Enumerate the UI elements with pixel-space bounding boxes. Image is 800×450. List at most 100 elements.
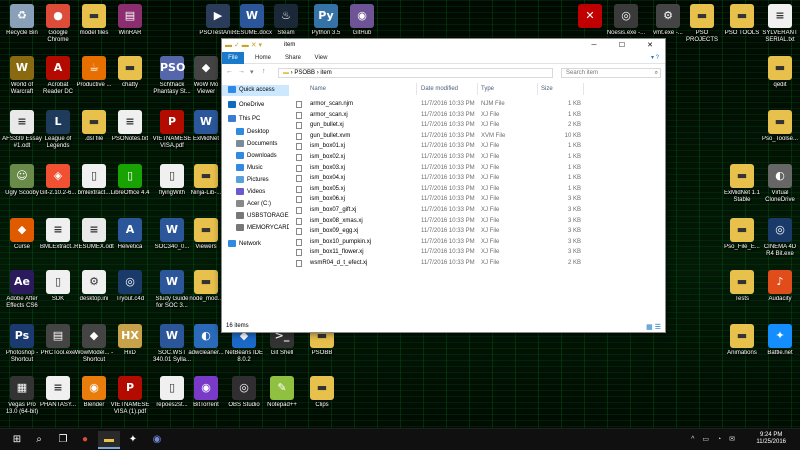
desktop-icon-item[interactable]: ◆ Curse xyxy=(2,218,42,251)
desktop-icon-item[interactable]: ▬ Pso_File_E... xyxy=(722,218,762,251)
address-bar[interactable]: ▬ › PSOBB › item xyxy=(278,68,553,78)
desktop-icon-item[interactable]: A Acrobat Reader DC xyxy=(38,56,78,96)
table-row[interactable]: wsmR04_d_t_efect.xj 11/7/2016 10:33 PM XJ … xyxy=(290,258,630,269)
table-row[interactable]: ism_box04.xj 11/7/2016 10:33 PM XJ File 1 K… xyxy=(290,173,630,184)
desktop-icon-item[interactable]: W World of Warcraft xyxy=(2,56,42,96)
desktop-icon-item[interactable]: ▬ ExMidNet 1.1 Stable xyxy=(722,164,762,204)
table-row[interactable]: ism_box11_flower.xj 11/7/2016 10:33 PM XJ … xyxy=(290,247,630,258)
desktop-icon-item[interactable]: A Helvetica xyxy=(110,218,150,251)
tab-home[interactable]: Home xyxy=(252,52,274,64)
desktop-icon-item[interactable]: ▬ qedit xyxy=(760,56,800,89)
desktop-icon-item[interactable]: ◆ WowModel... - Shortcut xyxy=(74,324,114,364)
table-row[interactable]: ism_box10_pumpkin.xj 11/7/2016 10:33 PM XJ… xyxy=(290,237,630,248)
table-row[interactable]: armor_scan.njm 11/7/2016 10:33 PM NJM File… xyxy=(290,99,630,110)
nav-item[interactable]: Documents xyxy=(222,139,289,150)
desktop-icon-item[interactable]: L League of Legends xyxy=(38,110,78,150)
close-button[interactable]: ✕ xyxy=(636,39,664,52)
table-row[interactable]: ism_box08_xmas.xj 11/7/2016 10:33 PM XJ Fi… xyxy=(290,216,630,227)
view-toggle-icons[interactable]: ▦ ☰ xyxy=(646,322,661,334)
desktop-icon-item[interactable]: ▬ chatty xyxy=(110,56,150,89)
desktop-icon-item[interactable]: P VIETNAMESE VISA (1).pdf xyxy=(110,376,150,416)
desktop-icon-item[interactable]: ▯ LibreOffice 4.4 xyxy=(110,164,150,197)
nav-item[interactable]: Desktop xyxy=(222,127,289,138)
desktop-icon-item[interactable]: ▬ Tests xyxy=(722,270,762,303)
up-arrow-icon[interactable]: ↑ xyxy=(262,68,266,75)
table-row[interactable]: gun_bullet.xvm 11/7/2016 10:33 PM XVM File… xyxy=(290,131,630,142)
desktop-icon-item[interactable]: ≡ PHANTASY... xyxy=(38,376,78,409)
breadcrumb-psobb[interactable]: PSOBB xyxy=(294,70,315,76)
column-header-type[interactable]: Type xyxy=(478,83,538,95)
forward-arrow-icon[interactable]: → xyxy=(238,68,245,75)
desktop-icon-item[interactable]: ≡ BMLExtract... xyxy=(38,218,78,251)
table-row[interactable]: gun_bullet.xj 11/7/2016 10:33 PM XJ File 2 … xyxy=(290,120,630,131)
tab-share[interactable]: Share xyxy=(282,52,304,64)
table-row[interactable]: ism_box09_egg.xj 11/7/2016 10:33 PM XJ Fil… xyxy=(290,226,630,237)
desktop-icon-item[interactable]: ◉ BitTorrent xyxy=(186,376,226,409)
clock[interactable]: 9:24 PM 11/25/2016 xyxy=(756,432,786,446)
nav-item[interactable]: Network xyxy=(222,239,289,250)
desktop-icon-item[interactable]: ♪ Audacity xyxy=(760,270,800,303)
system-tray-icons[interactable]: ^ ▭ ◔ ✉ xyxy=(691,435,738,443)
desktop-icon-item[interactable]: ▯ SDK xyxy=(38,270,78,303)
chrome-taskbar-button[interactable]: ● xyxy=(74,431,96,449)
nav-item[interactable]: Music xyxy=(222,163,289,174)
desktop-icon-item[interactable]: ▬ Clips xyxy=(302,376,342,409)
title-bar[interactable]: ▬ ✓ ▬ ✕ ▾ item ─ ☐ ✕ xyxy=(222,39,665,52)
desktop-icon-item[interactable]: ◎ Noesis.exe -... xyxy=(606,4,646,37)
desktop-icon-item[interactable]: ♨ Steam xyxy=(266,4,306,37)
nav-item[interactable]: OneDrive xyxy=(222,100,289,111)
desktop-icon-item[interactable]: ◐ adwcleaner... xyxy=(186,324,226,357)
table-row[interactable]: ism_box07_gift.xj 11/7/2016 10:33 PM XJ Fi… xyxy=(290,205,630,216)
nav-item[interactable]: This PC xyxy=(222,114,289,125)
desktop-icon-item[interactable]: ◈ Git-2.10.2-6... xyxy=(38,164,78,197)
quick-access-toolbar-icon[interactable]: ▬ ✓ ▬ ✕ ▾ xyxy=(225,41,262,49)
desktop-icon-item[interactable]: ▬ PSO TOOLS xyxy=(722,4,762,37)
desktop-icon-item[interactable]: ♻ Recycle Bin xyxy=(2,4,42,37)
desktop-icon-item[interactable]: ≡ RESUMEX.odt xyxy=(74,218,114,251)
table-row[interactable]: ism_box02.xj 11/7/2016 10:33 PM XJ File 1 K… xyxy=(290,152,630,163)
column-header-date-modified[interactable]: Date modified xyxy=(418,83,478,95)
desktop-icon-item[interactable]: ▬ Viewers xyxy=(186,218,226,251)
desktop-icon-item[interactable]: ▯ bmlextract... xyxy=(74,164,114,197)
nav-item[interactable]: MEMORYCARD xyxy=(222,223,289,234)
tab-view[interactable]: View xyxy=(310,52,332,64)
desktop-icon-item[interactable]: Ps Photoshop - Shortcut xyxy=(2,324,42,364)
desktop-icon-item[interactable]: HX HxD xyxy=(110,324,150,357)
tab-file[interactable]: File xyxy=(222,52,244,64)
desktop-icon-item[interactable]: ☺ Ugly Scooby xyxy=(2,164,42,197)
desktop-icon-item[interactable]: ◐ Virtual CloneDrive xyxy=(760,164,800,204)
desktop-icon-item[interactable]: ▦ Vegas Pro 13.0 (64-bit) xyxy=(2,376,42,416)
column-header-size[interactable]: Size xyxy=(538,83,584,95)
help-icon[interactable]: ▾ ? xyxy=(651,54,659,61)
nav-item[interactable]: Acer (C:) xyxy=(222,199,289,210)
discord-taskbar-button[interactable]: ◉ xyxy=(146,431,168,449)
table-row[interactable]: ism_box05.xj 11/7/2016 10:33 PM XJ File 1 K… xyxy=(290,184,630,195)
desktop-icon-item[interactable]: ≡ AFS339 Essay #1.odt xyxy=(2,110,42,150)
desktop-icon-item[interactable]: W ExMidNet xyxy=(186,110,226,143)
search-button[interactable]: ⌕ xyxy=(28,431,50,449)
maximize-button[interactable]: ☐ xyxy=(608,39,636,52)
table-row[interactable]: ism_box01.xj 11/7/2016 10:33 PM XJ File 1 K… xyxy=(290,141,630,152)
explorer-taskbar-button[interactable]: ▬ xyxy=(98,431,120,449)
table-row[interactable]: armor_scan.xj 11/7/2016 10:33 PM XJ File 1 … xyxy=(290,110,630,121)
desktop-icon-item[interactable]: ✎ Notepad++ xyxy=(262,376,302,409)
desktop-icon-item[interactable]: Py Python 3.5 xyxy=(306,4,346,37)
desktop-icon-item[interactable]: ▬ Animations xyxy=(722,324,762,357)
desktop-icon-item[interactable]: ◉ Blender xyxy=(74,376,114,409)
desktop-icon-item[interactable]: ◎ Tryout.c4d xyxy=(110,270,150,303)
desktop-icon-item[interactable]: ◆ WoW Mo Viewer xyxy=(186,56,226,96)
nav-item[interactable]: Videos xyxy=(222,187,289,198)
desktop-icon-item[interactable]: ▤ WinRAR xyxy=(110,4,150,37)
desktop-icon-item[interactable]: Ae Adobe After Effects CS6 xyxy=(2,270,42,310)
desktop-icon-item[interactable]: ● Google Chrome xyxy=(38,4,78,44)
desktop-icon-item[interactable]: ▬ Ninja-Lib-... xyxy=(186,164,226,197)
table-row[interactable]: ism_box06.xj 11/7/2016 10:33 PM XJ File 3 K… xyxy=(290,194,630,205)
desktop-icon-item[interactable]: ✦ Battle.net xyxy=(760,324,800,357)
desktop-icon-item[interactable]: ◉ GitHub xyxy=(342,4,382,37)
desktop-icon-item[interactable]: ▬ PSO PROJECTS xyxy=(682,4,722,44)
desktop-icon-item[interactable]: ▬ node_mod... xyxy=(186,270,226,303)
search-input[interactable]: Search item ⌕ xyxy=(561,68,661,78)
task-view-button[interactable]: ❐ xyxy=(52,431,74,449)
desktop-icon-item[interactable]: ◎ OBS Studio xyxy=(224,376,264,409)
breadcrumb-item[interactable]: item xyxy=(320,70,331,76)
